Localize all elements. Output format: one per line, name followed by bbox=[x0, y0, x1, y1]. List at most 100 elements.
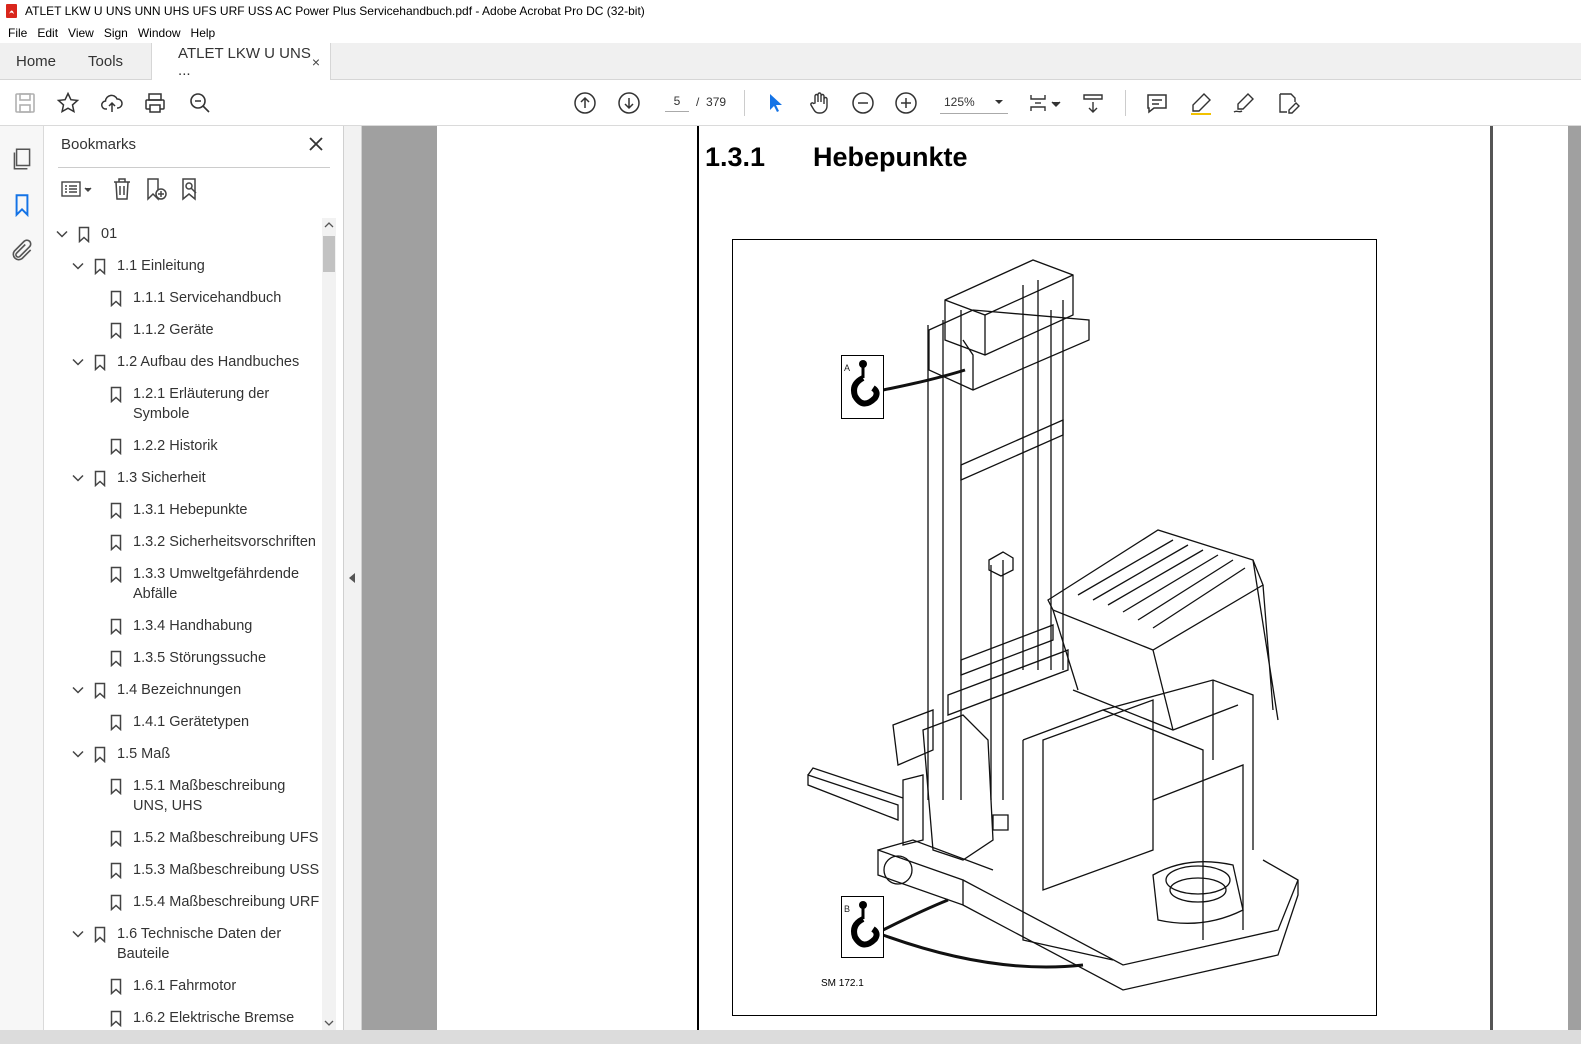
bookmark-item[interactable]: 1.3.3 Umweltgefährdende Abfälle bbox=[54, 558, 322, 610]
scroll-mode-icon[interactable] bbox=[1080, 90, 1106, 116]
select-cursor-icon[interactable] bbox=[762, 90, 788, 116]
menu-view[interactable]: View bbox=[63, 23, 99, 43]
bookmark-item[interactable]: 1.3 Sicherheit bbox=[54, 462, 322, 494]
zoom-in-icon[interactable] bbox=[893, 90, 919, 116]
bookmark-item[interactable]: 1.3.4 Handhabung bbox=[54, 610, 322, 642]
bookmark-icon bbox=[92, 680, 108, 700]
bookmark-item[interactable]: 1.5.4 Maßbeschreibung URF bbox=[54, 886, 322, 918]
hook-b-label: B bbox=[844, 904, 851, 914]
figure-caption: SM 172.1 bbox=[821, 978, 864, 989]
bookmark-label: 1.1 Einleitung bbox=[117, 258, 205, 274]
bookmark-item[interactable]: 1.5.1 Maßbeschreibung UNS, UHS bbox=[54, 770, 322, 822]
bookmark-item[interactable]: 1.1.2 Geräte bbox=[54, 314, 322, 346]
page-number-input[interactable] bbox=[665, 90, 689, 112]
bookmark-label: 1.6.2 Elektrische Bremse bbox=[133, 1010, 295, 1026]
tab-home[interactable]: Home bbox=[0, 43, 72, 79]
tab-document[interactable]: ATLET LKW U UNS ... × bbox=[151, 43, 332, 81]
bookmark-label: 1.3.5 Störungssuche bbox=[133, 650, 267, 666]
bookmark-item[interactable]: 1.3.1 Hebepunkte bbox=[54, 494, 322, 526]
menu-edit[interactable]: Edit bbox=[32, 23, 63, 43]
tab-tools[interactable]: Tools bbox=[72, 43, 139, 79]
bookmark-label: 1.5.1 Maßbeschreibung UNS, UHS bbox=[133, 778, 286, 814]
save-icon[interactable] bbox=[12, 90, 38, 116]
bookmark-item[interactable]: 1.4.1 Gerätetypen bbox=[54, 706, 322, 738]
bookmark-panel-icon[interactable] bbox=[9, 192, 35, 218]
page-display-icon[interactable] bbox=[1028, 90, 1062, 116]
sign-pen-icon[interactable] bbox=[1231, 90, 1257, 116]
page-margin-rule bbox=[697, 126, 699, 1044]
bookmark-options-button[interactable] bbox=[61, 176, 95, 202]
next-page-icon[interactable] bbox=[616, 90, 642, 116]
bookmarks-scrollbar[interactable] bbox=[322, 218, 336, 1030]
star-icon[interactable] bbox=[55, 90, 81, 116]
bookmark-item[interactable]: 1.3.5 Störungssuche bbox=[54, 642, 322, 674]
bookmark-item[interactable]: 1.6.2 Elektrische Bremse bbox=[54, 1002, 322, 1030]
zoom-level-select[interactable]: 125% bbox=[940, 90, 1008, 114]
add-bookmark-icon bbox=[147, 178, 167, 201]
delete-bookmark-button[interactable] bbox=[111, 176, 133, 202]
tab-close-icon[interactable]: × bbox=[312, 54, 320, 70]
scrollbar-thumb[interactable] bbox=[323, 236, 335, 272]
chevron-down-icon[interactable] bbox=[70, 468, 86, 488]
comment-icon[interactable] bbox=[1144, 90, 1170, 116]
chevron-down-icon[interactable] bbox=[54, 224, 70, 244]
bookmark-label: 1.5.3 Maßbeschreibung USS bbox=[133, 862, 320, 878]
bookmark-item[interactable]: 1.6 Technische Daten der Bauteile bbox=[54, 918, 322, 970]
edit-pdf-icon[interactable] bbox=[1275, 90, 1301, 116]
previous-page-icon[interactable] bbox=[572, 90, 598, 116]
scroll-down-icon[interactable] bbox=[324, 1018, 334, 1028]
attachment-icon[interactable] bbox=[9, 238, 35, 264]
chevron-down-icon[interactable] bbox=[70, 352, 86, 372]
zoom-out-icon[interactable] bbox=[850, 90, 876, 116]
menu-window[interactable]: Window bbox=[133, 23, 186, 43]
highlight-pen-icon[interactable] bbox=[1188, 90, 1214, 116]
close-icon[interactable] bbox=[306, 134, 326, 154]
hook-b-box: B bbox=[841, 896, 884, 958]
bookmark-item[interactable]: 1.1.1 Servicehandbuch bbox=[54, 282, 322, 314]
chevron-down-icon[interactable] bbox=[70, 924, 86, 944]
menu-help[interactable]: Help bbox=[186, 23, 221, 43]
panel-collapse-strip[interactable] bbox=[344, 126, 362, 1044]
bookmark-item[interactable]: 1.1 Einleitung bbox=[54, 250, 322, 282]
chevron-down-icon[interactable] bbox=[70, 744, 86, 764]
bookmark-item[interactable]: 1.5 Maß bbox=[54, 738, 322, 770]
bookmark-label: 1.3.3 Umweltgefährdende Abfälle bbox=[133, 566, 300, 602]
hand-tool-icon[interactable] bbox=[806, 90, 832, 116]
document-viewport[interactable]: 1.3.1 Hebepunkte A B SM 172.1 bbox=[362, 126, 1581, 1044]
cloud-upload-icon[interactable] bbox=[99, 90, 125, 116]
new-bookmark-button[interactable] bbox=[144, 176, 168, 202]
chevron-down-icon[interactable] bbox=[70, 256, 86, 276]
bookmark-icon bbox=[108, 892, 124, 912]
bookmark-item[interactable]: 1.2 Aufbau des Handbuches bbox=[54, 346, 322, 378]
bookmark-item[interactable]: 1.5.3 Maßbeschreibung USS bbox=[54, 854, 322, 886]
print-icon[interactable] bbox=[142, 90, 168, 116]
chevron-down-icon[interactable] bbox=[70, 680, 86, 700]
bookmark-item[interactable]: 1.2.1 Erläuterung der Symbole bbox=[54, 378, 322, 430]
bookmark-search-button[interactable] bbox=[179, 176, 203, 202]
bookmark-icon bbox=[92, 924, 108, 944]
bookmark-label: 1.3.4 Handhabung bbox=[133, 618, 253, 634]
page-separator: / bbox=[696, 95, 700, 109]
bookmark-item[interactable]: 01 bbox=[54, 218, 322, 250]
menu-sign[interactable]: Sign bbox=[99, 23, 133, 43]
page-count: 379 bbox=[706, 95, 727, 109]
bookmark-item[interactable]: 1.5.2 Maßbeschreibung UFS bbox=[54, 822, 322, 854]
bookmark-item[interactable]: 1.4 Bezeichnungen bbox=[54, 674, 322, 706]
bookmark-label: 1.4.1 Gerätetypen bbox=[133, 714, 250, 730]
figure-frame: A B SM 172.1 bbox=[732, 239, 1377, 1016]
bookmark-item[interactable]: 1.6.1 Fahrmotor bbox=[54, 970, 322, 1002]
zoom-search-icon[interactable] bbox=[187, 90, 213, 116]
collapse-arrow-icon[interactable] bbox=[348, 572, 356, 584]
bookmark-label: 1.6 Technische Daten der Bauteile bbox=[117, 926, 282, 962]
bookmarks-title: Bookmarks bbox=[61, 136, 137, 153]
bookmark-item[interactable]: 1.2.2 Historik bbox=[54, 430, 322, 462]
scroll-up-icon[interactable] bbox=[324, 220, 334, 230]
bookmark-item[interactable]: 1.3.2 Sicherheitsvorschriften bbox=[54, 526, 322, 558]
status-strip bbox=[0, 1030, 1581, 1044]
menu-file[interactable]: File bbox=[3, 23, 32, 43]
page-thumbnails-icon[interactable] bbox=[9, 146, 35, 172]
